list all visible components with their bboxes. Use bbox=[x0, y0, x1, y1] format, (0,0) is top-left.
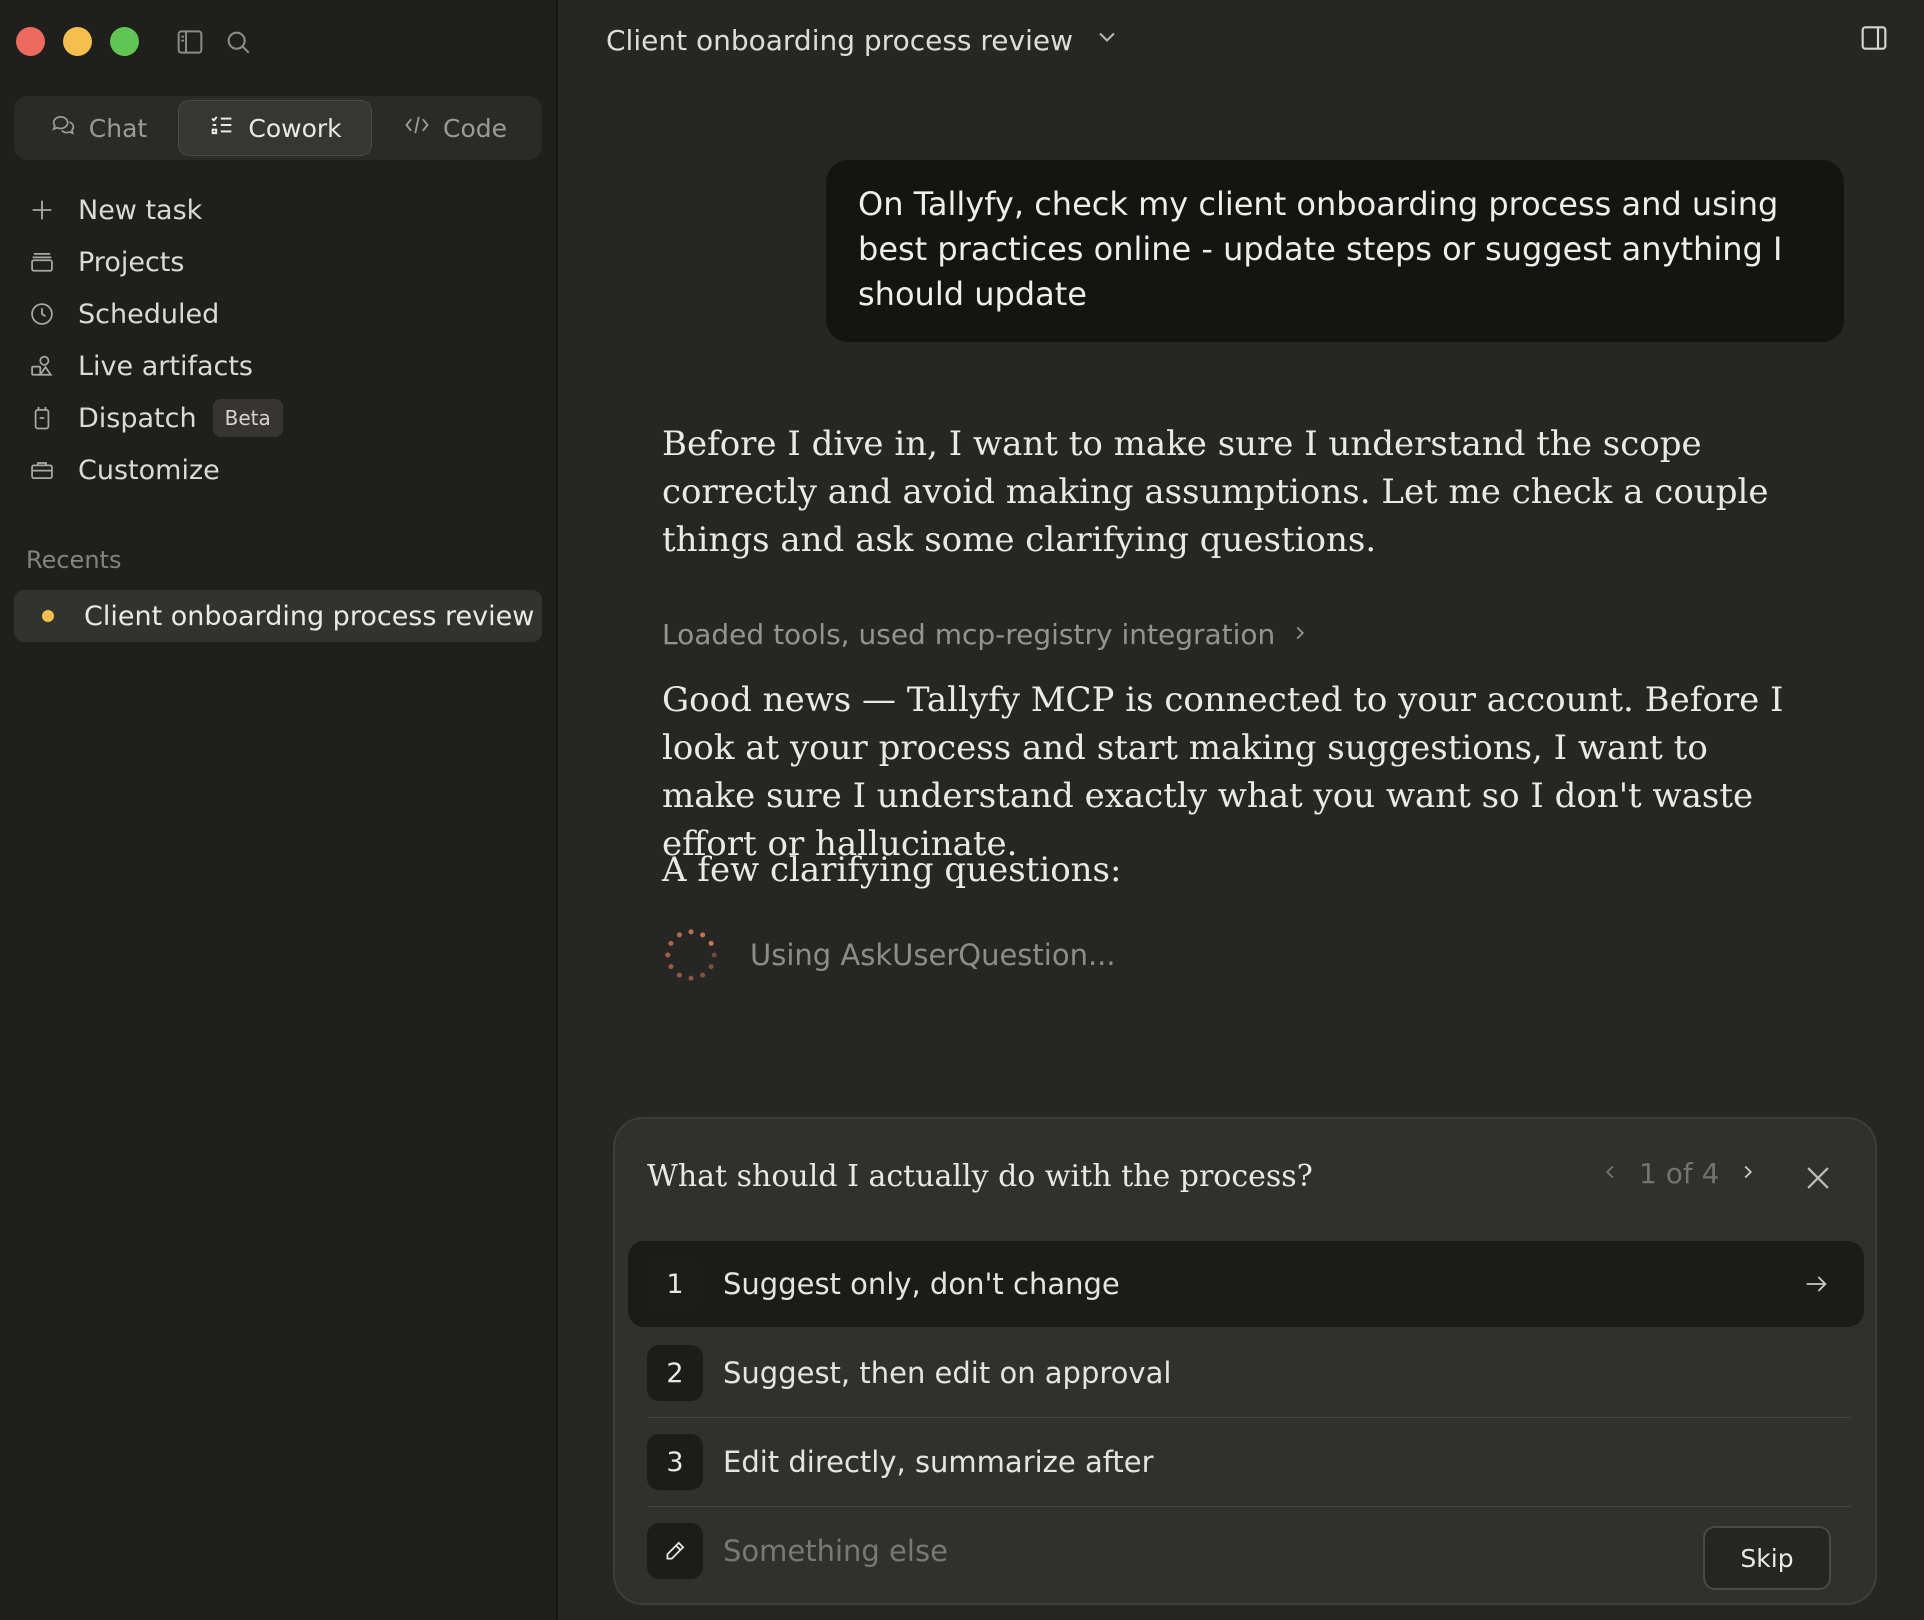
maximize-window-button[interactable] bbox=[110, 27, 139, 56]
tab-chat-label: Chat bbox=[88, 113, 148, 143]
tool-summary-label: Loaded tools, used mcp-registry integrat… bbox=[662, 618, 1276, 651]
sidebar-item-label: Dispatch bbox=[78, 402, 197, 434]
minimize-window-button[interactable] bbox=[63, 27, 92, 56]
sidebar-item-customize[interactable]: Customize bbox=[26, 444, 526, 496]
spinner-dot bbox=[711, 952, 717, 958]
user-message: On Tallyfy, check my client onboarding p… bbox=[826, 160, 1844, 342]
device-icon bbox=[26, 402, 58, 434]
divider bbox=[647, 1417, 1851, 1418]
pager-label: 1 of 4 bbox=[1639, 1157, 1720, 1190]
spinner-dot bbox=[708, 940, 714, 946]
spinner-dot bbox=[676, 972, 682, 978]
sidebar-item-label: New task bbox=[78, 194, 203, 226]
spinner-dot bbox=[688, 975, 694, 981]
question-pager: 1 of 4 bbox=[1599, 1157, 1759, 1190]
other-answer-input[interactable]: Something else bbox=[723, 1534, 948, 1568]
sidebar-toggle-icon[interactable] bbox=[174, 26, 206, 58]
recent-item[interactable]: Client onboarding process review bbox=[14, 590, 542, 642]
arrow-right-icon bbox=[1802, 1270, 1830, 1298]
right-panel-toggle-icon[interactable] bbox=[1858, 22, 1890, 54]
tool-summary-toggle[interactable]: Loaded tools, used mcp-registry integrat… bbox=[662, 618, 1311, 651]
divider bbox=[647, 1506, 1851, 1507]
option-label: Suggest only, don't change bbox=[723, 1267, 1120, 1301]
sidebar-item-live-artifacts[interactable]: Live artifacts bbox=[26, 340, 526, 392]
sidebar: Chat Cowork Code New task Projects Sched… bbox=[0, 0, 558, 1620]
assistant-intro: Before I dive in, I want to make sure I … bbox=[662, 424, 1769, 560]
option-number: 3 bbox=[647, 1434, 703, 1490]
other-answer-row: Something else Skip bbox=[628, 1508, 1864, 1594]
pencil-icon bbox=[647, 1523, 703, 1579]
sidebar-item-label: Scheduled bbox=[78, 298, 220, 330]
spinner-dot bbox=[668, 940, 674, 946]
spinner-dot bbox=[668, 964, 674, 970]
clock-icon bbox=[26, 298, 58, 330]
recent-item-label: Client onboarding process review bbox=[84, 600, 535, 632]
assistant-followup: Good news — Tallyfy MCP is connected to … bbox=[662, 680, 1784, 864]
sidebar-item-new-task[interactable]: New task bbox=[26, 184, 526, 236]
spinner-dot bbox=[665, 952, 671, 958]
sidebar-item-label: Projects bbox=[78, 246, 185, 278]
question-card: What should I actually do with the proce… bbox=[613, 1117, 1877, 1605]
chevron-right-icon[interactable] bbox=[1737, 1157, 1759, 1190]
chat-bubbles-icon bbox=[49, 111, 77, 145]
loading-spinner-icon bbox=[665, 929, 717, 981]
chevron-right-icon bbox=[1289, 618, 1311, 651]
option-number: 1 bbox=[647, 1256, 703, 1312]
page-title: Client onboarding process review bbox=[606, 23, 1073, 57]
tab-cowork[interactable]: Cowork bbox=[178, 100, 372, 156]
mode-switcher: Chat Cowork Code bbox=[14, 96, 542, 160]
tab-code-label: Code bbox=[442, 113, 507, 143]
tab-chat[interactable]: Chat bbox=[18, 100, 178, 156]
tab-code[interactable]: Code bbox=[372, 100, 538, 156]
sidebar-item-label: Customize bbox=[78, 454, 220, 486]
shapes-icon bbox=[26, 350, 58, 382]
window-controls bbox=[16, 27, 139, 56]
spinner-dot bbox=[700, 972, 706, 978]
option-2[interactable]: 2 Suggest, then edit on approval bbox=[628, 1330, 1864, 1416]
close-icon[interactable] bbox=[1801, 1161, 1835, 1195]
checklist-icon bbox=[208, 111, 236, 145]
status-dot bbox=[42, 610, 54, 622]
option-label: Edit directly, summarize after bbox=[723, 1445, 1154, 1479]
recents-heading: Recents bbox=[26, 546, 122, 574]
briefcase-icon bbox=[26, 454, 58, 486]
option-1[interactable]: 1 Suggest only, don't change bbox=[628, 1241, 1864, 1327]
skip-button[interactable]: Skip bbox=[1703, 1526, 1831, 1590]
beta-badge: Beta bbox=[212, 399, 283, 437]
spinner-dot bbox=[700, 932, 706, 938]
tab-cowork-label: Cowork bbox=[248, 113, 342, 143]
option-label: Suggest, then edit on approval bbox=[723, 1356, 1172, 1390]
spinner-dot bbox=[676, 932, 682, 938]
question-text: What should I actually do with the proce… bbox=[647, 1159, 1313, 1194]
tool-status: Using AskUserQuestion... bbox=[662, 926, 1116, 984]
questions-lead: A few clarifying questions: bbox=[662, 850, 1122, 890]
spinner-dot bbox=[708, 964, 714, 970]
sidebar-item-projects[interactable]: Projects bbox=[26, 236, 526, 288]
close-window-button[interactable] bbox=[16, 27, 45, 56]
option-3[interactable]: 3 Edit directly, summarize after bbox=[628, 1419, 1864, 1505]
spinner-dot bbox=[688, 929, 694, 935]
code-brackets-icon bbox=[403, 111, 431, 145]
chevron-down-icon bbox=[1093, 23, 1121, 58]
search-icon[interactable] bbox=[222, 26, 254, 58]
sidebar-item-dispatch[interactable]: Dispatch Beta bbox=[26, 392, 526, 444]
conversation-title-menu[interactable]: Client onboarding process review bbox=[606, 18, 1121, 62]
chevron-left-icon[interactable] bbox=[1599, 1157, 1621, 1190]
option-number: 2 bbox=[647, 1345, 703, 1401]
sidebar-item-label: Live artifacts bbox=[78, 350, 253, 382]
sidebar-nav: New task Projects Scheduled Live artifac… bbox=[26, 184, 526, 496]
folder-stack-icon bbox=[26, 246, 58, 278]
sidebar-item-scheduled[interactable]: Scheduled bbox=[26, 288, 526, 340]
plus-icon bbox=[26, 194, 58, 226]
tool-status-label: Using AskUserQuestion... bbox=[750, 938, 1116, 972]
